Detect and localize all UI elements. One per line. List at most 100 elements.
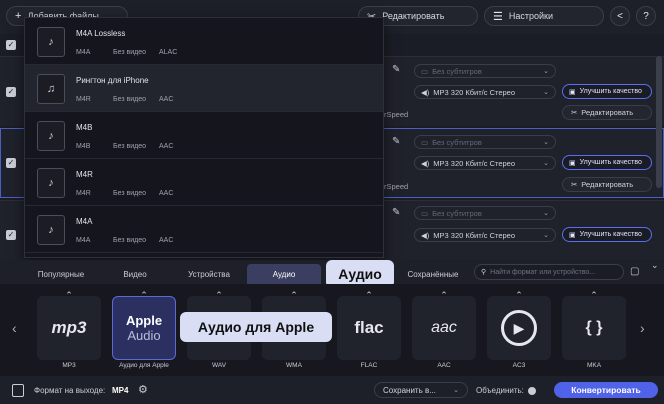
format-tile-label: AC3 [512, 362, 526, 369]
subtitles-value: Без субтитров [432, 66, 482, 76]
select-all-checkbox[interactable]: ✓ [6, 40, 16, 50]
chevron-down-icon: ⌄ [543, 210, 549, 217]
format-option[interactable]: ♫ Рингтон для iPhone M4R Без видео AAC [25, 65, 383, 112]
format-option[interactable]: ♪ M4B M4B Без видео AAC [25, 112, 383, 159]
pencil-icon[interactable]: ✎ [392, 136, 400, 147]
subtitles-icon: ▭ [421, 208, 429, 218]
bottom-bar: Формат на выходе: MP4 ⚙ Сохранить в... ⌄… [0, 376, 664, 404]
format-tile-apple-audio[interactable]: Apple Audio [112, 296, 176, 360]
list-scrollbar[interactable] [656, 56, 662, 188]
help-button[interactable]: ? [636, 6, 656, 26]
format-dropdown: ♪ M4A Lossless M4A Без видео ALAC ♫ Ринг… [24, 17, 384, 258]
speaker-icon: ◀) [421, 230, 430, 240]
device-detect-icon[interactable]: ▢ [630, 266, 639, 277]
format-video: Без видео [113, 96, 146, 103]
logo-line-1: Apple [125, 313, 163, 328]
audio-select[interactable]: ◀) MP3 320 Кбит/с Стерео ⌄ [414, 228, 556, 242]
format-ext: M4A [76, 49, 91, 56]
chevron-down-icon: ⌄ [543, 89, 549, 96]
convert-button[interactable]: Конвертировать [554, 382, 658, 398]
tab-saved[interactable]: Сохранённые [396, 264, 470, 284]
audio-value: MP3 320 Кбит/с Стерео [433, 87, 516, 97]
merge-toggle[interactable] [528, 387, 536, 395]
subtitles-icon: ▭ [421, 66, 429, 76]
help-icon: ? [643, 10, 649, 22]
settings-label: Настройки [508, 11, 554, 21]
enhance-label: Улучшить качество [579, 159, 642, 166]
format-video: Без видео [113, 190, 146, 197]
format-tile-aac[interactable]: aac [412, 296, 476, 360]
chevron-down-icon: ⌄ [543, 139, 549, 146]
format-tile-label: WMA [286, 362, 302, 369]
scissors-icon: ✂ [571, 180, 578, 189]
tab-video[interactable]: Видео [98, 264, 172, 284]
tab-popular[interactable]: Популярные [24, 264, 98, 284]
enhance-icon: ▣ [569, 231, 576, 239]
format-video: Без видео [113, 143, 146, 150]
format-tile-label: FLAC [360, 362, 378, 369]
tab-devices[interactable]: Устройства [172, 264, 246, 284]
tab-audio[interactable]: Аудио [247, 264, 321, 284]
speed-label: rSpeed [384, 110, 409, 119]
audio-select[interactable]: ◀) MP3 320 Кбит/с Стерео ⌄ [414, 156, 556, 170]
chevron-down-icon: ⌄ [543, 232, 549, 239]
row-edit-button[interactable]: ✂ Редактировать [562, 105, 652, 120]
format-tile-ac3[interactable]: ▶ [487, 296, 551, 360]
collapse-chevron-icon[interactable]: ⌄ [651, 260, 659, 271]
flac-logo: flac [354, 318, 384, 337]
format-tile-mka[interactable]: { } [562, 296, 626, 360]
format-tile-flac[interactable]: flac [337, 296, 401, 360]
search-icon: ⚲ [481, 269, 487, 276]
chevron-down-icon: ⌄ [543, 160, 549, 167]
m4b-file-icon: ♪ [37, 121, 65, 151]
subtitles-icon: ▭ [421, 137, 429, 147]
output-format-value[interactable]: MP4 [112, 386, 128, 395]
format-option[interactable]: ♪ M4R M4R Без видео AAC [25, 159, 383, 206]
subtitles-select[interactable]: ▭ Без субтитров ⌄ [414, 64, 556, 78]
format-option[interactable]: ♪ M4A Lossless M4A Без видео ALAC [25, 18, 383, 65]
format-tile-mp3[interactable]: mp3 [37, 296, 101, 360]
enhance-quality-button[interactable]: ▣ Улучшить качество [562, 84, 652, 99]
format-search-input[interactable]: ⚲ Найти формат или устройство... [474, 264, 624, 280]
m4r-file-icon: ♪ [37, 168, 65, 198]
format-name: M4A [76, 217, 93, 226]
pencil-icon[interactable]: ✎ [392, 207, 400, 218]
gear-icon[interactable]: ⚙ [138, 383, 148, 396]
row-edit-label: Редактировать [581, 180, 634, 189]
format-name: Рингтон для iPhone [76, 76, 149, 85]
speaker-icon: ◀) [421, 158, 430, 168]
format-tile-label: MP3 [62, 362, 76, 369]
enhance-quality-button[interactable]: ▣ Улучшить качество [562, 155, 652, 170]
chevron-down-icon: ⌄ [543, 68, 549, 75]
format-codec: AAC [159, 143, 174, 150]
chevron-right-icon[interactable]: › [640, 320, 645, 336]
format-option[interactable]: ♪ M4A M4A Без видео AAC [25, 206, 383, 253]
share-button[interactable]: < [610, 6, 630, 26]
row-checkbox[interactable]: ✓ [6, 230, 16, 240]
pencil-icon[interactable]: ✎ [392, 64, 400, 75]
settings-button[interactable]: ☰ Настройки [484, 6, 604, 26]
audio-select[interactable]: ◀) MP3 320 Кбит/с Стерео ⌄ [414, 85, 556, 99]
format-codec: AAC [159, 190, 174, 197]
enhance-icon: ▣ [569, 159, 576, 167]
mp3-logo: mp3 [51, 318, 87, 337]
row-checkbox[interactable]: ✓ [6, 87, 16, 97]
subtitles-select[interactable]: ▭ Без субтитров ⌄ [414, 206, 556, 220]
chevron-left-icon[interactable]: ‹ [12, 320, 17, 336]
subtitles-select[interactable]: ▭ Без субтитров ⌄ [414, 135, 556, 149]
enhance-quality-button[interactable]: ▣ Улучшить качество [562, 227, 652, 242]
format-name: M4R [76, 170, 93, 179]
settings-icon: ☰ [493, 10, 503, 23]
row-edit-label: Редактировать [581, 108, 634, 117]
convert-label: Конвертировать [571, 385, 641, 395]
apple-audio-tooltip: Аудио для Apple [180, 312, 332, 342]
tooltip-text: Аудио для Apple [197, 319, 315, 335]
tab-label: Популярные [37, 269, 85, 279]
save-to-select[interactable]: Сохранить в... ⌄ [374, 382, 468, 398]
row-edit-button[interactable]: ✂ Редактировать [562, 177, 652, 192]
row-checkbox[interactable]: ✓ [6, 158, 16, 168]
format-video: Без видео [113, 49, 146, 56]
format-name: M4B [76, 123, 93, 132]
output-format-icon [12, 384, 24, 397]
output-format-label: Формат на выходе: [34, 386, 106, 395]
